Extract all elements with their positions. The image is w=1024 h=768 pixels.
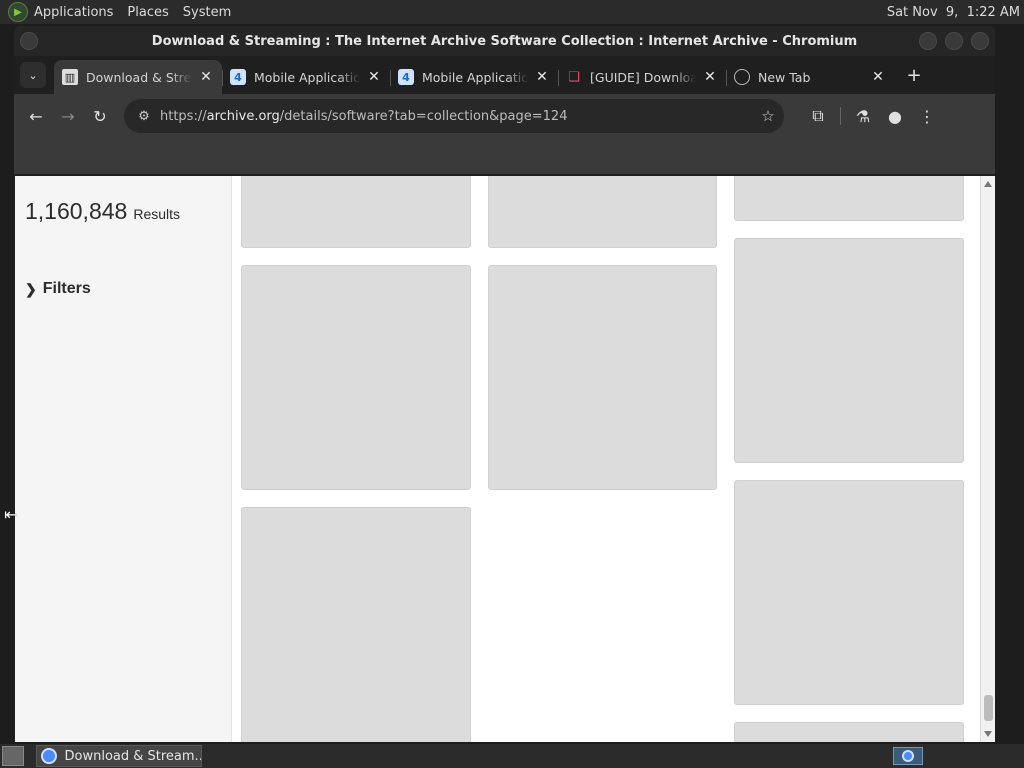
tab-archive[interactable]: ▥ Download & Streaming : The Internet Ar… <box>54 60 222 94</box>
system-menu[interactable]: System <box>183 5 231 20</box>
tab-title: Download & Streaming : The Internet Arch… <box>86 69 192 85</box>
globe-icon <box>734 69 750 85</box>
profile-icon[interactable]: ● <box>879 100 911 132</box>
minimize-button[interactable] <box>919 32 937 50</box>
filters-label: Filters <box>42 280 91 297</box>
item-tile-placeholder[interactable] <box>488 176 717 248</box>
guide-icon: ❏ <box>568 69 580 85</box>
new-tab-button[interactable]: + <box>900 61 928 89</box>
url-path: /details/software?tab=collection&page=12… <box>279 108 568 124</box>
menu-kebab-icon[interactable]: ⋮ <box>911 100 943 132</box>
bookmarks-bar <box>14 138 995 174</box>
results-sidebar: 1,160,848 Results ❯ Filters <box>15 176 232 742</box>
desktop-top-panel: ▶ Applications Places System Sat Nov 9, … <box>0 0 1024 24</box>
clock[interactable]: Sat Nov 9, 1:22 AM <box>887 5 1020 20</box>
scroll-up-arrow-icon[interactable] <box>984 181 992 187</box>
page-content: 1,160,848 Results ❯ Filters <box>15 176 980 742</box>
results-number: 1,160,848 <box>25 198 128 224</box>
results-count: 1,160,848 Results <box>25 198 180 225</box>
scroll-down-arrow-icon[interactable] <box>984 731 992 737</box>
close-tab-icon[interactable]: ✕ <box>366 69 382 85</box>
close-tab-icon[interactable]: ✕ <box>870 69 886 85</box>
tab-title: Mobile Applications <box>254 69 360 85</box>
tab-title: Mobile Applications <box>422 69 528 85</box>
page-scrollbar[interactable] <box>980 176 995 742</box>
tab-mobile-apps-1[interactable]: 4 Mobile Applications ✕ <box>222 61 390 93</box>
address-bar[interactable]: ⚙ https://archive.org/details/software?t… <box>124 99 784 133</box>
tab-guide[interactable]: ❏ [GUIDE] Download ✕ <box>558 61 726 93</box>
url-text[interactable]: https://archive.org/details/software?tab… <box>160 109 752 124</box>
bookmark-star-icon[interactable]: ☆ <box>752 107 784 125</box>
tab-strip: ⌄ ▥ Download & Streaming : The Internet … <box>14 56 995 94</box>
toolbar-separator <box>840 107 841 125</box>
back-icon[interactable]: ← <box>20 100 52 132</box>
four-icon: 4 <box>398 69 414 85</box>
url-scheme: https:// <box>160 108 207 124</box>
forward-icon[interactable]: → <box>52 100 84 132</box>
reload-icon[interactable]: ↻ <box>84 100 116 132</box>
taskbar-chromium-item[interactable]: Download & Stream... <box>36 745 202 767</box>
extensions-icon[interactable]: ⧉ <box>802 100 834 132</box>
labs-flask-icon[interactable]: ⚗ <box>847 100 879 132</box>
browser-toolbar: ← → ↻ ⚙ https://archive.org/details/soft… <box>14 94 995 138</box>
item-tile-placeholder[interactable] <box>734 722 964 742</box>
close-tab-icon[interactable]: ✕ <box>198 69 214 85</box>
item-tile-placeholder[interactable] <box>241 265 471 490</box>
item-tile-placeholder[interactable] <box>734 480 964 705</box>
item-tile-placeholder[interactable] <box>734 238 964 463</box>
applications-menu[interactable]: Applications <box>34 5 113 20</box>
tab-mobile-apps-2[interactable]: 4 Mobile Applications ✕ <box>390 61 558 93</box>
chevron-right-icon: ❯ <box>25 280 37 297</box>
close-tab-icon[interactable]: ✕ <box>702 69 718 85</box>
item-tile-placeholder[interactable] <box>734 176 964 221</box>
maximize-button[interactable] <box>945 32 963 50</box>
close-window-button[interactable] <box>971 32 989 50</box>
show-desktop-icon[interactable] <box>2 746 24 766</box>
browser-window: Download & Streaming : The Internet Arch… <box>14 26 995 742</box>
tab-new[interactable]: New Tab ✕ <box>726 61 894 93</box>
taskbar-item-label: Download & Stream... <box>64 748 202 764</box>
item-tile-placeholder[interactable] <box>241 176 471 248</box>
tab-title: New Tab <box>758 69 811 85</box>
archive-icon: ▥ <box>62 69 78 85</box>
desktop-taskbar: Download & Stream... <box>0 744 1024 768</box>
window-menu-icon[interactable] <box>20 32 38 50</box>
tab-title: [GUIDE] Download <box>590 69 696 85</box>
item-tile-placeholder[interactable] <box>488 265 717 490</box>
four-icon: 4 <box>230 69 246 85</box>
filters-toggle[interactable]: ❯ Filters <box>25 280 91 298</box>
scrollbar-thumb[interactable] <box>984 695 993 721</box>
places-menu[interactable]: Places <box>127 5 168 20</box>
distro-logo-icon[interactable]: ▶ <box>8 2 28 22</box>
close-tab-icon[interactable]: ✕ <box>534 69 550 85</box>
workspace-switcher-icon[interactable] <box>893 747 923 765</box>
site-info-icon[interactable]: ⚙ <box>132 109 156 124</box>
results-label: Results <box>133 206 181 222</box>
item-tile-placeholder[interactable] <box>241 507 471 742</box>
chromium-icon <box>41 748 57 764</box>
tab-search-button[interactable]: ⌄ <box>20 62 46 88</box>
window-titlebar[interactable]: Download & Streaming : The Internet Arch… <box>14 26 995 56</box>
url-host: archive.org <box>206 108 280 124</box>
resize-cursor-icon: ⇤ <box>4 505 18 524</box>
window-title: Download & Streaming : The Internet Arch… <box>151 33 858 49</box>
